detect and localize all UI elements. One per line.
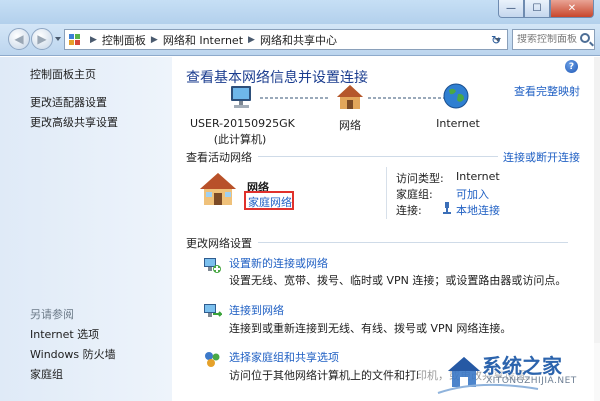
access-type-label: 访问类型: [396,172,444,185]
sidebar-item-change-adapter-settings[interactable]: 更改适配器设置 [30,94,107,110]
breadcrumb-network-sharing-center[interactable]: 网络和共享中心 [260,32,337,48]
network-type-link[interactable]: 家庭网络 [248,194,292,210]
sidebar-item-homegroup[interactable]: 家庭组 [30,366,63,382]
connect-to-network-link[interactable]: 连接到网络 [229,302,284,318]
breadcrumb-separator-icon[interactable]: ▶ [151,35,158,45]
address-bar[interactable]: ▶ 控制面板 ▶ 网络和 Internet ▶ 网络和共享中心 [64,29,508,50]
search-icon[interactable] [580,33,590,43]
forward-button[interactable]: ▶ [31,28,53,50]
new-connection-icon [204,258,221,273]
homegroup-join-link[interactable]: 可加入 [456,186,489,202]
home-network-icon [200,173,236,205]
local-connection-link[interactable]: 本地连接 [456,202,500,218]
refresh-button[interactable]: ↻ [486,30,506,49]
properties-divider [386,167,387,219]
minimize-button[interactable]: — [498,0,524,18]
connect-or-disconnect-link[interactable]: 连接或断开连接 [503,149,580,165]
maximize-button[interactable]: ☐ [524,0,550,18]
section-divider [258,156,498,157]
close-button[interactable]: ✕ [550,0,594,18]
computer-icon [231,86,251,108]
search-box[interactable] [512,29,595,50]
breadcrumb-control-panel[interactable]: 控制面板 [102,32,146,48]
connection-line [368,97,444,99]
connect-to-network-icon [204,304,222,317]
house-network-icon [337,85,363,109]
sidebar-item-control-panel-home[interactable]: 控制面板主页 [30,66,96,82]
back-arrow-icon: ◀ [14,32,24,46]
network-adapter-icon [443,202,451,214]
setup-new-connection-link[interactable]: 设置新的连接或网络 [229,255,328,271]
see-also-heading: 另请参阅 [30,308,74,321]
window-controls: — ☐ ✕ [498,0,594,18]
homegroup-sharing-icon [205,352,220,367]
sidebar-item-advanced-sharing[interactable]: 更改高级共享设置 [30,114,118,130]
access-type-value: Internet [456,170,500,183]
back-button[interactable]: ◀ [8,28,30,50]
homegroup-label: 家庭组: [396,188,433,201]
network-node-label: 网络 [339,119,361,132]
task-description: 设置无线、宽带、拨号、临时或 VPN 连接；或设置路由器或访问点。 [229,274,567,287]
forward-arrow-icon: ▶ [37,32,47,46]
title-bar: — ☐ ✕ [0,0,600,24]
help-icon[interactable]: ? [565,60,578,73]
active-networks-heading: 查看活动网络 [186,151,252,164]
section-divider [258,242,568,243]
change-settings-heading: 更改网络设置 [186,237,252,250]
computer-name: USER-20150925GK [190,117,295,130]
connection-line [260,97,330,99]
breadcrumb-separator-icon[interactable]: ▶ [248,35,255,45]
sidebar: 控制面板主页 更改适配器设置 更改高级共享设置 另请参阅 Internet 选项… [0,57,172,401]
breadcrumb-network-internet[interactable]: 网络和 Internet [163,32,243,48]
globe-internet-icon [443,83,469,109]
view-full-map-link[interactable]: 查看完整映射 [514,83,580,99]
sidebar-item-windows-firewall[interactable]: Windows 防火墙 [30,346,116,362]
breadcrumb-separator-icon[interactable]: ▶ [90,35,97,45]
sidebar-item-internet-options[interactable]: Internet 选项 [30,326,99,342]
homegroup-sharing-options-link[interactable]: 选择家庭组和共享选项 [229,349,339,365]
connections-label: 连接: [396,204,422,217]
navigation-bar: ◀ ▶ ▶ 控制面板 ▶ 网络和 Internet ▶ 网络和共享中心 ↻ [0,24,600,56]
computer-subtitle: (此计算机) [213,133,267,146]
search-input[interactable] [517,34,577,45]
refresh-icon: ↻ [490,32,502,47]
task-description: 连接到或重新连接到无线、有线、拨号或 VPN 网络连接。 [229,322,512,335]
internet-node-label: Internet [436,117,480,130]
watermark-text: 系统之家 [482,354,562,378]
watermark-url: XITONGZHIJIA.NET [486,376,577,386]
control-panel-icon [69,33,81,46]
recent-pages-dropdown[interactable] [55,37,61,41]
